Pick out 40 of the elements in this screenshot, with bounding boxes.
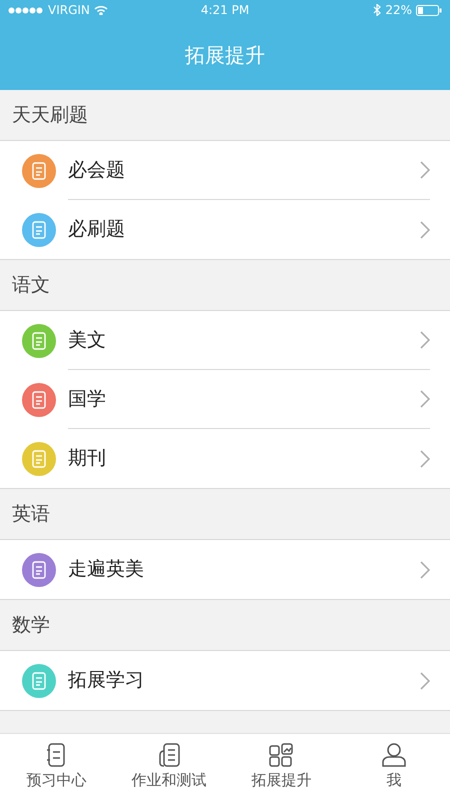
section-title: 数学 [12,612,50,638]
menu-item[interactable]: 走遍英美 [0,540,450,599]
section-title: 语文 [12,272,50,298]
chevron-right-icon [420,220,430,238]
battery-percent: 22% [385,2,412,19]
item-label: 必会题 [68,158,126,183]
item-label: 走遍英美 [68,557,145,582]
tab-bar-item[interactable]: 我 [338,734,450,800]
chevron-right-icon [420,672,430,690]
wifi-icon [94,5,108,15]
chevron-right-icon [420,560,430,578]
carrier-text: VIRGIN [48,2,90,19]
status-time: 4:21 PM [200,2,250,19]
tab-bar-item[interactable]: 作业和测试 [112,734,225,800]
menu-item[interactable]: 拓展学习 [0,651,450,710]
tab-bar-item[interactable]: 拓展提升 [225,734,338,800]
menu-item[interactable]: 期刊 [0,429,450,488]
chevron-right-icon [420,161,430,179]
bluetooth-icon [373,4,382,16]
section-title: 英语 [12,502,50,527]
item-label: 期刊 [68,446,107,472]
battery-icon [416,4,442,16]
page-title: 拓展提升 [185,42,265,69]
notebook-icon [45,742,68,767]
person-icon [382,742,406,767]
item-label: 拓展学习 [68,668,145,694]
tab-bar-item[interactable]: 预习中心 [0,734,112,800]
menu-item[interactable]: 国学 [0,370,450,429]
item-label: 必刷题 [68,217,126,242]
menu-item[interactable]: 必会题 [0,141,450,200]
grid-icon [269,742,294,767]
item-label: 国学 [68,386,107,412]
signal-icon [8,6,44,14]
chevron-right-icon [420,450,430,468]
item-label: 美文 [68,328,107,353]
chevron-right-icon [420,331,430,349]
chevron-right-icon [420,390,430,408]
menu-item[interactable]: 必刷题 [0,200,450,259]
menu-item[interactable]: 美文 [0,311,450,370]
section-title: 天天刷题 [12,102,88,128]
